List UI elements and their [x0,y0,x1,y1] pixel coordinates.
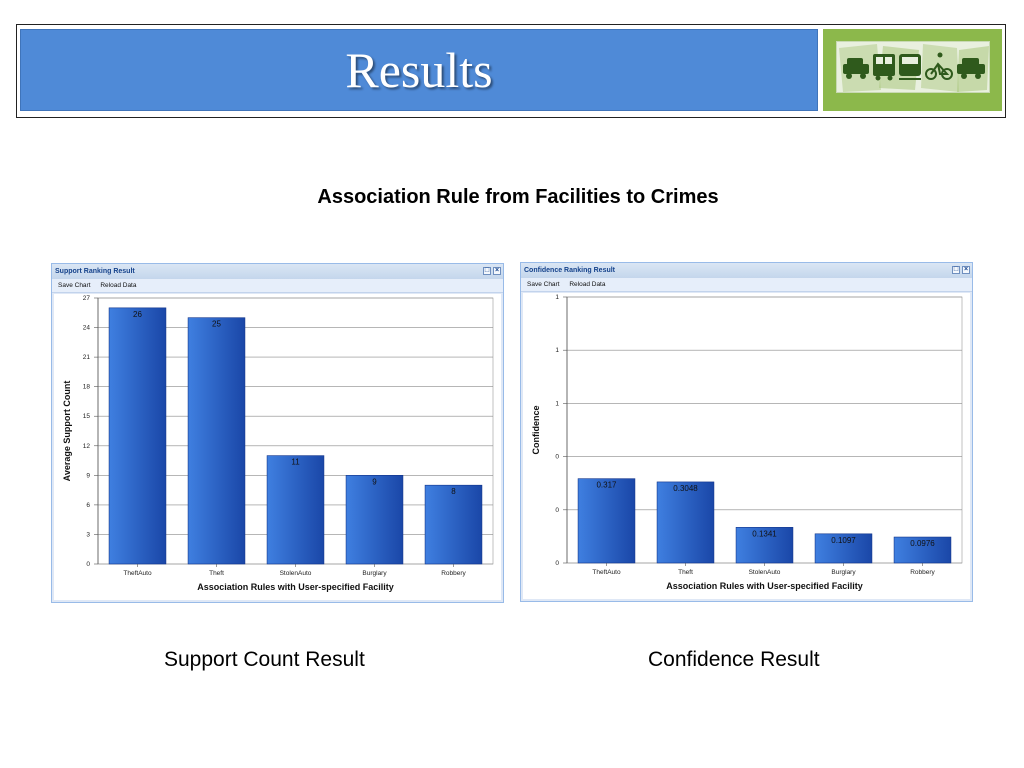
y-axis-title: Average Support Count [62,381,72,482]
x-tick-label: Robbery [441,570,466,577]
y-tick-label: 21 [83,354,91,361]
window-title: Confidence Ranking Result [524,267,616,274]
bar [108,307,167,565]
data-label: 25 [212,320,221,329]
caption-support: Support Count Result [164,648,365,671]
y-tick-label: 12 [83,443,91,450]
y-tick-label: 0 [555,560,559,567]
x-tick-label: TheftAuto [123,570,152,577]
transport-logo-inner [836,41,990,93]
x-axis-title: Association Rules with User-specified Fa… [197,582,394,592]
data-label: 9 [372,477,377,486]
close-icon[interactable]: × [962,266,970,274]
y-axis-title: Confidence [531,405,541,454]
window-toolbar: Save Chart Reload Data [521,278,972,292]
x-tick-label: TheftAuto [592,569,621,576]
bar [656,481,715,564]
x-axis-title: Association Rules with User-specified Fa… [666,581,863,591]
restore-icon[interactable]: □ [952,266,960,274]
support-ranking-window: Support Ranking Result □ × Save Chart Re… [51,263,504,603]
window-title: Support Ranking Result [55,268,135,275]
y-tick-label: 27 [83,295,91,302]
data-label: 0.317 [596,481,617,490]
y-tick-label: 24 [83,325,91,332]
window-toolbar: Save Chart Reload Data [52,279,503,293]
save-chart-button[interactable]: Save Chart [527,281,560,288]
bar [424,484,483,565]
bar [345,475,404,565]
y-tick-label: 0 [555,507,559,514]
y-tick-label: 1 [555,400,559,407]
reload-data-button[interactable]: Reload Data [100,282,136,289]
x-tick-label: StolenAuto [280,570,312,577]
data-label: 8 [451,487,456,496]
close-icon[interactable]: × [493,267,501,275]
slide-subtitle: Association Rule from Facilities to Crim… [317,186,719,208]
save-chart-button[interactable]: Save Chart [58,282,91,289]
confidence-ranking-window: Confidence Ranking Result □ × Save Chart… [520,262,973,602]
y-tick-label: 0 [86,561,90,568]
x-tick-label: Burglary [831,569,856,576]
confidence-chart: 0 0 0 1 1 1 0.317 TheftAuto 0.3048 Theft 0.1341 Sto… [531,294,963,591]
reload-data-button[interactable]: Reload Data [569,281,605,288]
data-label: 0.3048 [673,484,698,493]
transport-logo-graphic [839,44,989,92]
y-tick-label: 6 [86,502,90,509]
x-tick-label: Theft [678,569,693,576]
slide-title: Results [345,42,493,98]
data-label: 26 [133,310,142,319]
x-tick-label: Theft [209,570,224,577]
x-tick-label: Robbery [910,569,935,576]
y-tick-label: 15 [83,413,91,420]
restore-icon[interactable]: □ [483,267,491,275]
y-tick-label: 0 [555,454,559,461]
y-tick-label: 3 [86,531,90,538]
window-title-bar[interactable]: Confidence Ranking Result □ × [521,263,972,279]
chart-area: 0 3 6 9 12 15 18 21 24 27 26 TheftAuto 25 Theft 11 Stol… [54,294,501,600]
bar [266,455,325,565]
data-label: 0.1341 [752,529,777,538]
y-tick-label: 1 [555,294,559,301]
chart-area: 0 0 0 1 1 1 0.317 TheftAuto 0.3048 Theft 0.1341 Sto… [523,293,970,599]
bar [577,478,636,564]
y-tick-label: 1 [555,347,559,354]
y-tick-label: 9 [86,472,90,479]
data-label: 11 [291,458,300,467]
y-tick-label: 18 [83,384,91,391]
window-title-bar[interactable]: Support Ranking Result □ × [52,264,503,280]
data-label: 0.0976 [910,539,935,548]
data-label: 0.1097 [831,536,856,545]
x-tick-label: StolenAuto [749,569,781,576]
bar [187,317,246,565]
x-tick-label: Burglary [362,570,387,577]
caption-confidence: Confidence Result [648,648,820,671]
support-count-chart: 0 3 6 9 12 15 18 21 24 27 26 TheftAuto 25 Theft 11 Stol… [62,295,494,592]
